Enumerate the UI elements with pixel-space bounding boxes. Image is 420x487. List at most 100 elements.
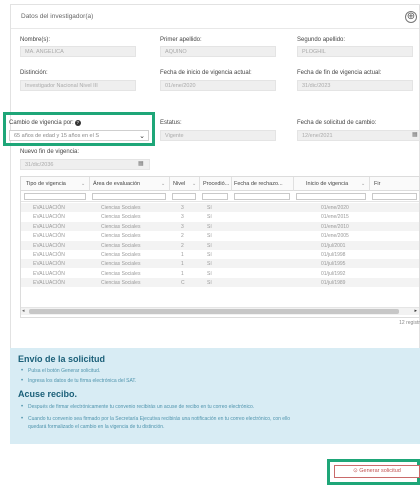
estatus-field: Vigente — [160, 130, 276, 141]
calendar-icon[interactable]: ▦ — [138, 160, 144, 167]
table-cell: 01/jul/2001 — [321, 242, 346, 249]
fecha-solicitud-field: 12/ene/2021 — [297, 130, 420, 141]
table-row[interactable]: EVALUACIÓN Ciencias Sociales 1 Sí 01/jul/199… — [21, 259, 419, 269]
table-cell: Ciencias Sociales — [101, 223, 141, 230]
table-cell: EVALUACIÓN — [33, 261, 65, 268]
nombre-label: Nombre(s): — [20, 37, 51, 43]
distincion-field: Investigador Nacional Nivel III — [20, 80, 136, 91]
card-title: Datos del investigador(a) — [21, 13, 94, 20]
table-row[interactable]: EVALUACIÓN Ciencias Sociales 1 Sí 01/jul/199… — [21, 250, 419, 259]
cambio-vigencia-value: 65 años de edad y 15 años en el S — [14, 133, 100, 139]
table-cell: EVALUACIÓN — [33, 280, 65, 287]
segundo-apellido-label: Segundo apellido: — [297, 37, 346, 43]
table-row[interactable]: EVALUACIÓN Ciencias Sociales 1 Sí 01/jul/199… — [21, 269, 419, 278]
envio-item: • Ingresa los datos de tu firma electróni… — [21, 378, 137, 384]
nuevo-fin-field[interactable]: 31/dic/2036 — [20, 159, 150, 170]
col-header-tipo[interactable]: Tipo de vigencia — [26, 181, 66, 187]
envio-item: • Pulsa el botón Generar solicitud. — [21, 368, 101, 374]
table-cell: 3 — [181, 223, 184, 230]
table-cell: Ciencias Sociales — [101, 270, 141, 277]
fecha-solicitud-label: Fecha de solicitud de cambio: — [297, 120, 377, 126]
sort-icon[interactable]: ⌄ — [81, 181, 85, 187]
record-count: 12 registr — [399, 320, 420, 326]
inicio-vigencia-field: 01/ene/2020 — [160, 80, 276, 91]
table-cell: 01/ene/2015 — [321, 214, 349, 221]
cambio-vigencia-select[interactable]: 65 años de edad y 15 años en el S ⌄ — [9, 130, 149, 141]
col-header-inicio[interactable]: Inicio de vigencia — [306, 181, 348, 187]
table-row[interactable]: EVALUACIÓN Ciencias Sociales 3 Sí 01/ene/201… — [21, 212, 419, 221]
grid-filter-row — [21, 191, 419, 202]
table-cell: Ciencias Sociales — [101, 252, 141, 258]
fin-vigencia-label: Fecha de fin de vigencia actual: — [297, 70, 382, 76]
info-icon[interactable]: ? — [74, 120, 81, 126]
col-header-procedio[interactable]: Procedió... — [203, 181, 229, 187]
primer-apellido-label: Primer apellido: — [160, 37, 202, 43]
table-cell: Ciencias Sociales — [101, 280, 141, 287]
acuse-item: • Después de firmar electrónicamente tu c… — [21, 404, 255, 410]
filter-input[interactable] — [24, 193, 86, 200]
table-cell: Sí — [207, 280, 212, 287]
table-cell: 1 — [181, 261, 184, 268]
filter-input[interactable] — [234, 193, 290, 200]
vigencias-grid: Tipo de vigencia ⌄ Área de evaluación ⌄ … — [20, 176, 420, 318]
add-icon[interactable]: ⊕ — [405, 11, 417, 23]
table-cell: 01/ene/2010 — [321, 223, 349, 230]
horizontal-scrollbar[interactable]: ◂ ▸ — [21, 307, 419, 315]
table-cell: Sí — [207, 242, 212, 249]
table-cell: EVALUACIÓN — [33, 252, 65, 258]
distincion-label: Distinción: — [20, 70, 48, 76]
table-cell: 01/ene/2005 — [321, 233, 349, 240]
table-cell: C — [181, 280, 185, 287]
table-cell: 2 — [181, 233, 184, 240]
generar-solicitud-button[interactable]: ⊙ Generar solicitud — [334, 465, 420, 478]
acuse-item-cont: quedará formalizado el cambio en la vige… — [28, 424, 165, 430]
table-cell: 01/jul/1995 — [321, 261, 346, 268]
table-cell: 3 — [181, 205, 184, 211]
col-header-fin[interactable]: Fir — [374, 181, 380, 187]
col-header-rechazo[interactable]: Fecha de rechazo... — [234, 181, 283, 187]
col-header-nivel[interactable]: Nivel — [173, 181, 185, 187]
acuse-item: • Cuando tu convenio sea firmado por la S… — [21, 416, 291, 422]
scroll-right-icon[interactable]: ▸ — [414, 308, 417, 314]
col-header-area[interactable]: Área de evaluación — [93, 181, 140, 187]
nuevo-fin-value: 31/dic/2036 — [25, 162, 54, 168]
table-cell: Sí — [207, 270, 212, 277]
table-cell: EVALUACIÓN — [33, 233, 65, 240]
table-cell: 01/jul/1992 — [321, 270, 346, 277]
scroll-left-icon[interactable]: ◂ — [22, 308, 25, 314]
inicio-vigencia-label: Fecha de inicio de vigencia actual: — [160, 70, 252, 76]
cambio-vigencia-label: Cambio de vigencia por:? — [9, 120, 81, 126]
filter-input[interactable] — [92, 193, 166, 200]
table-row[interactable]: EVALUACIÓN Ciencias Sociales C Sí 01/jul/198… — [21, 278, 419, 288]
calendar-icon: ▦ — [412, 132, 418, 138]
grid-header: Tipo de vigencia ⌄ Área de evaluación ⌄ … — [21, 177, 419, 191]
table-cell: Sí — [207, 252, 212, 258]
table-row[interactable]: EVALUACIÓN Ciencias Sociales 2 Sí 01/jul/200… — [21, 240, 419, 250]
scrollbar-thumb[interactable] — [29, 309, 399, 314]
sort-icon[interactable]: ⌄ — [161, 181, 165, 187]
table-row[interactable]: EVALUACIÓN Ciencias Sociales 3 Sí 01/ene/202… — [21, 203, 419, 212]
table-cell: EVALUACIÓN — [33, 270, 65, 277]
filter-input[interactable] — [372, 193, 417, 200]
info-panel: Envío de la solicitud • Pulsa el botón Ge… — [10, 348, 420, 444]
nuevo-fin-label: Nuevo fin de vigencia: — [20, 149, 80, 155]
filter-input[interactable] — [172, 193, 196, 200]
filter-input[interactable] — [296, 193, 366, 200]
table-cell: 01/jul/1989 — [321, 280, 346, 287]
filter-input[interactable] — [202, 193, 228, 200]
table-row[interactable]: EVALUACIÓN Ciencias Sociales 3 Sí 01/ene/201… — [21, 221, 419, 231]
sort-icon[interactable]: ⌄ — [361, 181, 365, 187]
table-cell: 3 — [181, 214, 184, 221]
table-row[interactable]: EVALUACIÓN Ciencias Sociales 2 Sí 01/ene/200… — [21, 231, 419, 240]
table-cell: EVALUACIÓN — [33, 242, 65, 249]
table-cell: EVALUACIÓN — [33, 205, 65, 211]
table-cell: 2 — [181, 242, 184, 249]
sort-icon[interactable]: ⌄ — [192, 181, 196, 187]
acuse-title: Acuse recibo. — [18, 389, 78, 399]
primer-apellido-field: AQUINO — [160, 46, 276, 57]
nombre-field: MA. ANGELICA — [20, 46, 136, 57]
table-cell: EVALUACIÓN — [33, 223, 65, 230]
card-header: Datos del investigador(a) ⊕ — [11, 5, 419, 29]
estatus-label: Estatus: — [160, 120, 182, 126]
table-cell: Ciencias Sociales — [101, 233, 141, 240]
